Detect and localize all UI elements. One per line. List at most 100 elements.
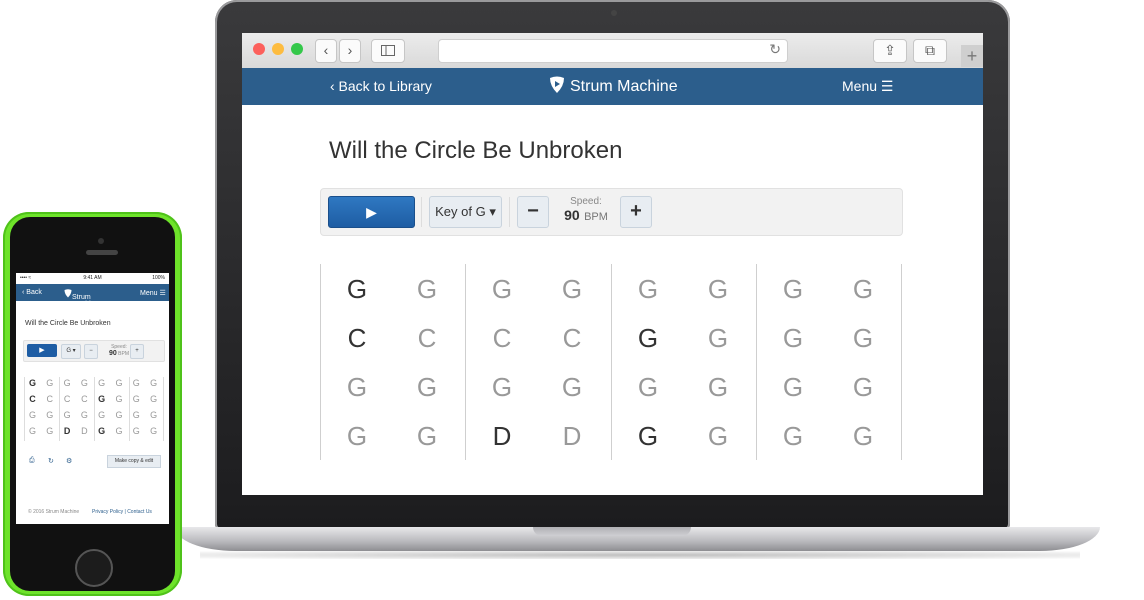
chord-cell[interactable]: C bbox=[76, 394, 93, 404]
phone-back-link[interactable]: ‹ Back bbox=[22, 289, 42, 296]
chord-cell[interactable]: G bbox=[59, 378, 76, 388]
chord-cell[interactable]: G bbox=[24, 378, 41, 388]
chord-cell[interactable]: G bbox=[828, 274, 898, 305]
chord-cell[interactable]: G bbox=[613, 323, 683, 354]
chord-cell[interactable]: G bbox=[758, 274, 828, 305]
chord-cell[interactable]: G bbox=[467, 274, 537, 305]
chord-cell[interactable]: G bbox=[145, 410, 162, 420]
chord-cell[interactable]: G bbox=[322, 421, 392, 452]
chord-cell[interactable]: G bbox=[613, 372, 683, 403]
chord-cell[interactable]: G bbox=[145, 394, 162, 404]
chord-cell[interactable]: G bbox=[758, 421, 828, 452]
chord-cell[interactable]: G bbox=[392, 421, 462, 452]
speed-increase-button[interactable]: + bbox=[620, 196, 652, 228]
guitar-pick-logo-icon bbox=[550, 76, 564, 93]
chord-cell[interactable]: G bbox=[392, 372, 462, 403]
new-tab-button[interactable]: + bbox=[961, 45, 983, 67]
brand[interactable]: Strum Machine bbox=[549, 76, 678, 96]
chord-cell[interactable]: C bbox=[322, 323, 392, 354]
chord-cell[interactable]: G bbox=[41, 378, 58, 388]
footer-links[interactable]: Privacy Policy | Contact Us bbox=[92, 509, 152, 515]
settings-icon[interactable]: ⚙ bbox=[66, 457, 72, 465]
chord-cell[interactable]: G bbox=[758, 372, 828, 403]
browser-forward-button[interactable]: › bbox=[339, 39, 361, 63]
chord-cell[interactable]: G bbox=[145, 426, 162, 436]
bar-line bbox=[163, 377, 164, 441]
bar-line bbox=[756, 264, 757, 460]
reload-icon[interactable]: ↻ bbox=[769, 41, 781, 58]
chord-cell[interactable]: G bbox=[76, 410, 93, 420]
chord-cell[interactable]: G bbox=[613, 274, 683, 305]
chord-cell[interactable]: G bbox=[683, 274, 753, 305]
chord-cell[interactable]: G bbox=[828, 323, 898, 354]
chord-cell[interactable]: G bbox=[683, 421, 753, 452]
sidebar-icon bbox=[381, 45, 395, 56]
phone-speed-increase-button[interactable]: + bbox=[130, 344, 144, 359]
make-copy-edit-button[interactable]: Make copy & edit bbox=[107, 455, 161, 468]
chord-cell[interactable]: G bbox=[93, 394, 110, 404]
chord-cell[interactable]: G bbox=[145, 378, 162, 388]
chord-cell[interactable]: G bbox=[93, 378, 110, 388]
phone-brand[interactable]: Strum Machine bbox=[64, 289, 98, 308]
chord-cell[interactable]: G bbox=[128, 426, 145, 436]
play-button[interactable]: ▶ bbox=[328, 196, 415, 228]
chord-cell[interactable]: G bbox=[537, 274, 607, 305]
address-bar[interactable]: ↻ bbox=[438, 39, 788, 63]
chord-cell[interactable]: C bbox=[537, 323, 607, 354]
chord-cell[interactable]: G bbox=[758, 323, 828, 354]
chord-cell[interactable]: G bbox=[128, 394, 145, 404]
chord-cell[interactable]: G bbox=[828, 372, 898, 403]
chord-cell[interactable]: G bbox=[613, 421, 683, 452]
chord-cell[interactable]: G bbox=[128, 410, 145, 420]
chord-cell[interactable]: G bbox=[128, 378, 145, 388]
chord-cell[interactable]: G bbox=[537, 372, 607, 403]
show-tabs-button[interactable]: ⧉ bbox=[913, 39, 947, 63]
phone-home-button[interactable] bbox=[75, 549, 113, 587]
chord-cell[interactable]: G bbox=[111, 426, 128, 436]
phone-speed-decrease-button[interactable]: − bbox=[84, 344, 98, 359]
phone-key-select[interactable]: G ▾ bbox=[61, 344, 81, 359]
speed-decrease-button[interactable]: − bbox=[517, 196, 549, 228]
chord-cell[interactable]: C bbox=[467, 323, 537, 354]
key-select[interactable]: Key of G ▾ bbox=[429, 196, 502, 228]
chord-cell[interactable]: D bbox=[537, 421, 607, 452]
chord-cell[interactable]: G bbox=[322, 372, 392, 403]
share-button[interactable]: ⇪ bbox=[873, 39, 907, 63]
back-to-library-link[interactable]: ‹ Back to Library bbox=[330, 78, 432, 94]
chord-cell[interactable]: D bbox=[76, 426, 93, 436]
chord-cell[interactable]: G bbox=[41, 410, 58, 420]
close-window-button[interactable] bbox=[253, 43, 265, 55]
chord-cell[interactable]: G bbox=[76, 378, 93, 388]
chord-cell[interactable]: G bbox=[467, 372, 537, 403]
menu-button[interactable]: Menu ☰ bbox=[842, 78, 893, 95]
chord-cell[interactable]: C bbox=[59, 394, 76, 404]
chord-cell[interactable]: G bbox=[111, 394, 128, 404]
chord-cell[interactable]: G bbox=[111, 410, 128, 420]
phone-menu-button[interactable]: Menu ☰ bbox=[140, 289, 166, 297]
chord-cell[interactable]: D bbox=[467, 421, 537, 452]
chord-cell[interactable]: G bbox=[59, 410, 76, 420]
chord-cell[interactable]: C bbox=[24, 394, 41, 404]
chord-cell[interactable]: G bbox=[392, 274, 462, 305]
chord-cell[interactable]: G bbox=[111, 378, 128, 388]
chord-cell[interactable]: G bbox=[322, 274, 392, 305]
chord-cell[interactable]: G bbox=[93, 410, 110, 420]
chord-cell[interactable]: G bbox=[828, 421, 898, 452]
chord-cell[interactable]: C bbox=[392, 323, 462, 354]
chord-cell[interactable]: C bbox=[41, 394, 58, 404]
maximize-window-button[interactable] bbox=[291, 43, 303, 55]
sidebar-toggle-button[interactable] bbox=[371, 39, 405, 63]
chord-cell[interactable]: G bbox=[24, 426, 41, 436]
phone-song-title: Will the Circle Be Unbroken bbox=[25, 320, 111, 327]
phone-play-button[interactable]: ▶ bbox=[27, 344, 57, 357]
chord-cell[interactable]: G bbox=[93, 426, 110, 436]
chord-cell[interactable]: D bbox=[59, 426, 76, 436]
print-icon[interactable]: ⎙ bbox=[29, 457, 35, 465]
browser-back-button[interactable]: ‹ bbox=[315, 39, 337, 63]
chord-cell[interactable]: G bbox=[24, 410, 41, 420]
chord-cell[interactable]: G bbox=[41, 426, 58, 436]
minimize-window-button[interactable] bbox=[272, 43, 284, 55]
chord-cell[interactable]: G bbox=[683, 323, 753, 354]
chord-cell[interactable]: G bbox=[683, 372, 753, 403]
refresh-icon[interactable]: ↻ bbox=[48, 457, 54, 465]
